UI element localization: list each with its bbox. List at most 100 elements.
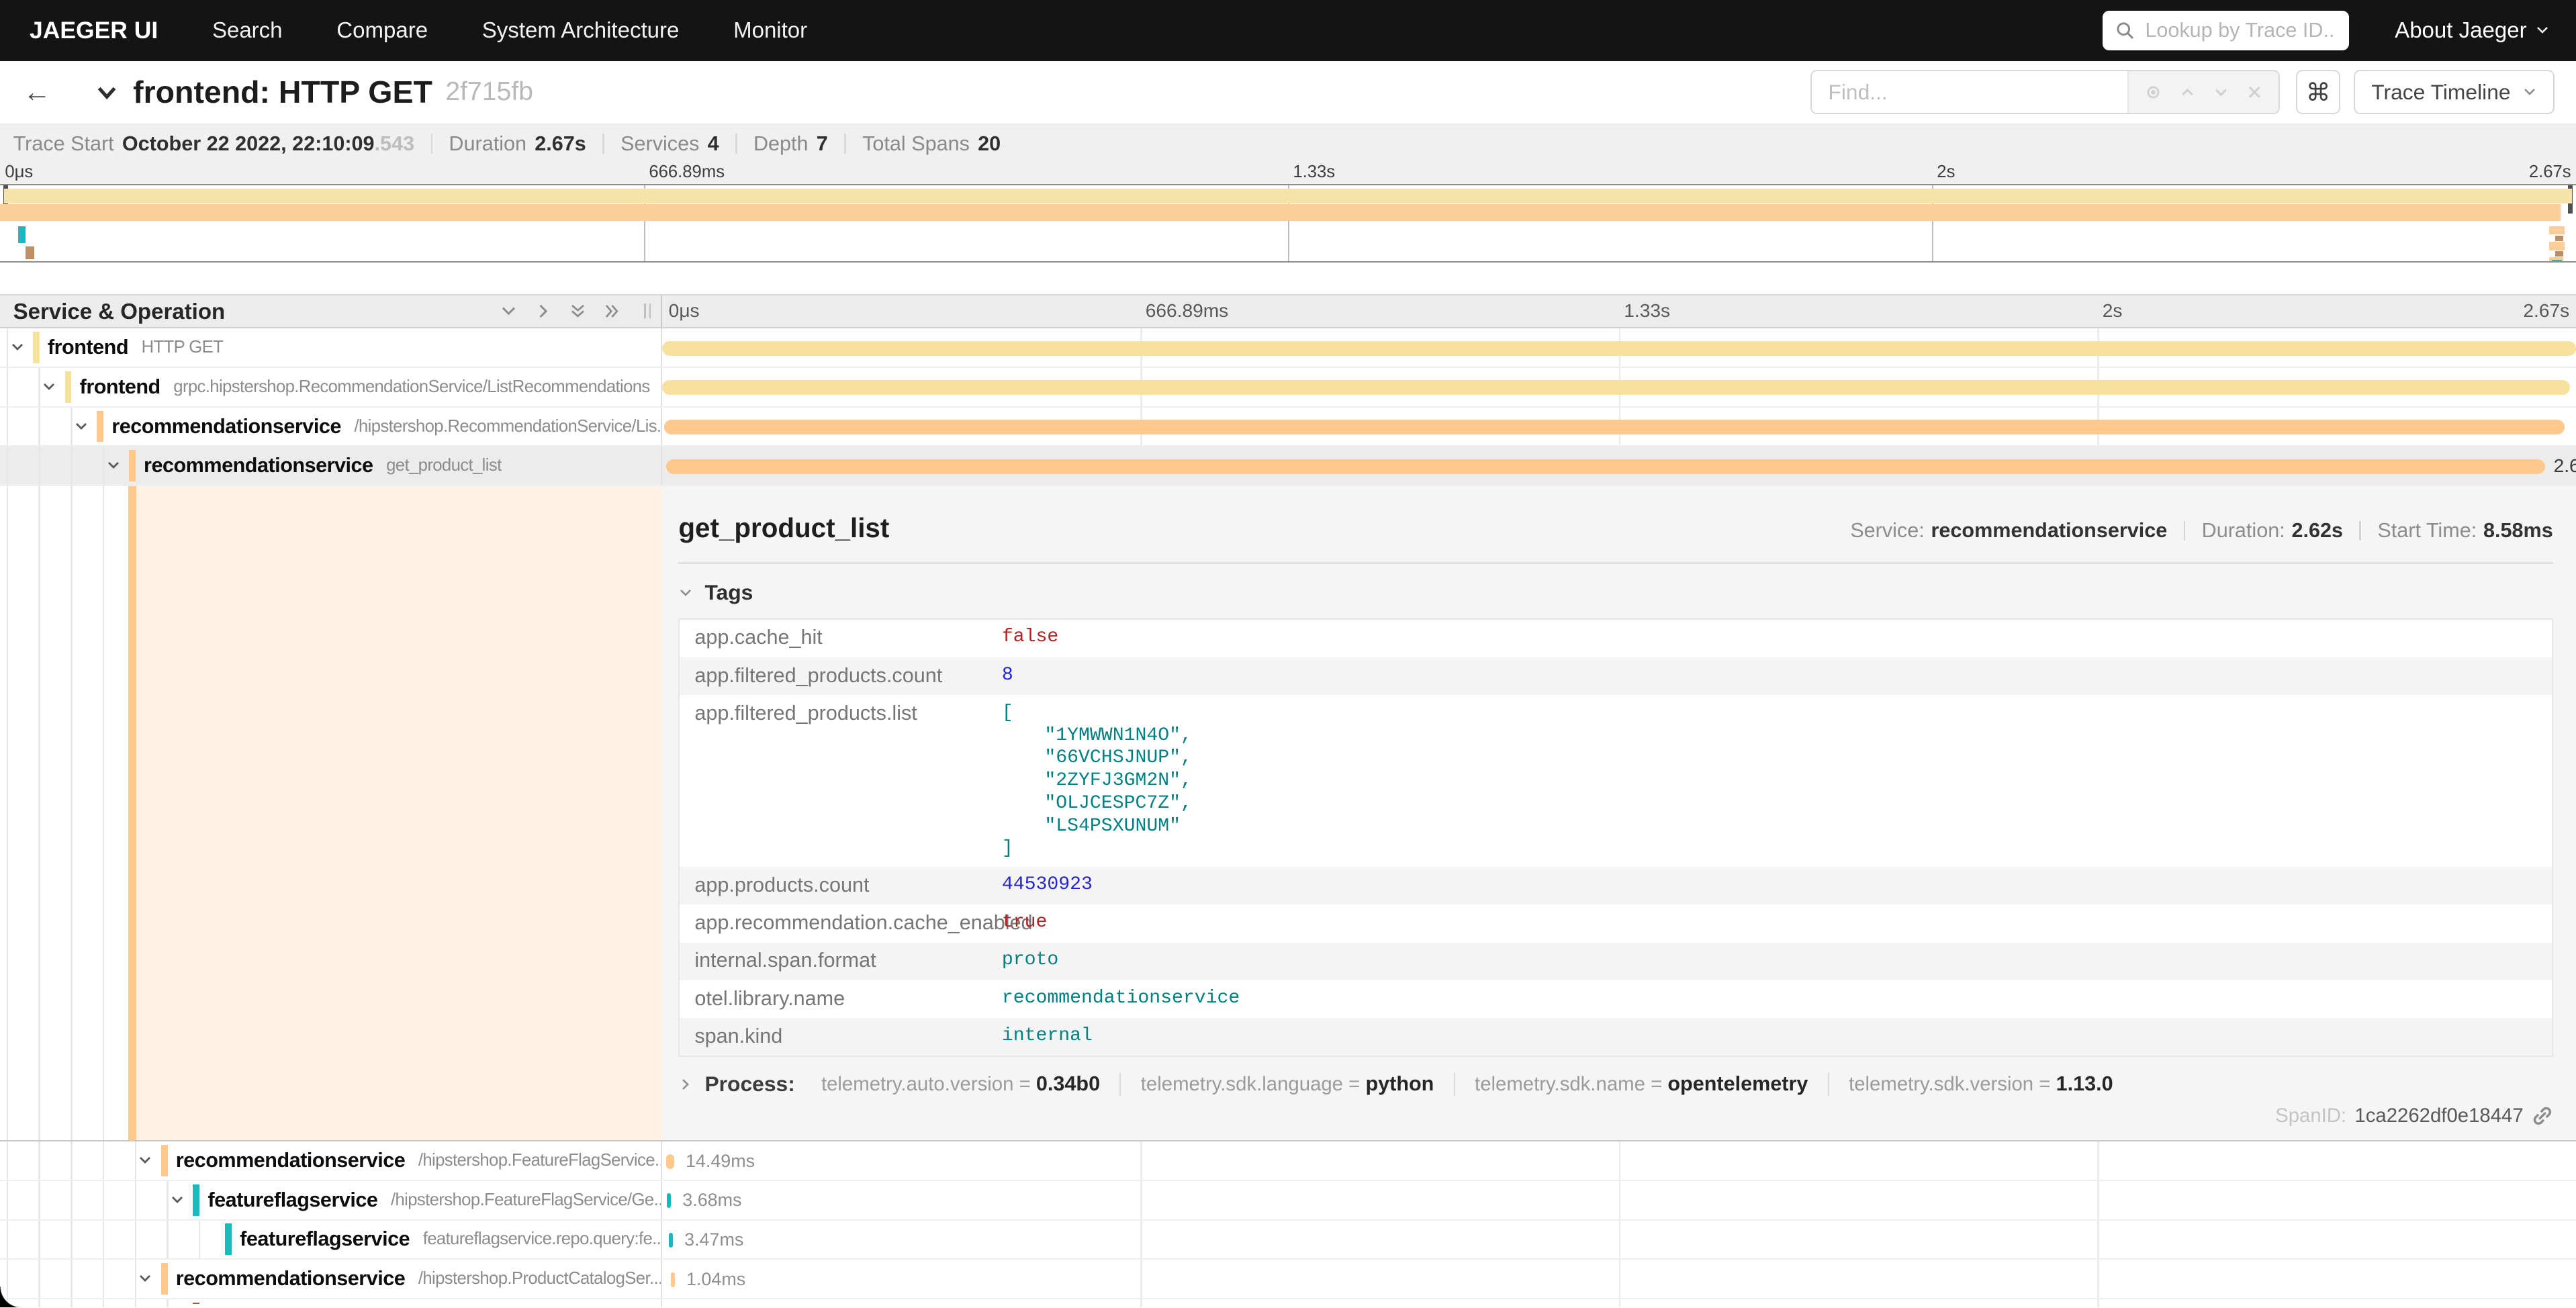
indent-guide xyxy=(135,1221,136,1259)
timeline-tick-label: 1.33s xyxy=(1624,300,1670,322)
trace-info-value: 2.67s xyxy=(535,132,586,156)
trace-id-badge: 2f715fb xyxy=(445,77,533,107)
tags-section-toggle[interactable]: Tags xyxy=(678,580,2552,605)
find-input[interactable] xyxy=(1812,71,2127,113)
span-name-labels: recommendationservice/hipstershop.Featur… xyxy=(176,1141,662,1180)
minimap-span-bar xyxy=(2555,236,2563,242)
span-duration-bar[interactable] xyxy=(671,1272,675,1287)
app-brand[interactable]: JAEGER UI xyxy=(30,17,158,44)
span-duration-bar[interactable] xyxy=(667,1193,671,1208)
top-navbar: JAEGER UI Search Compare System Architectu… xyxy=(0,0,2576,61)
span-id-label: SpanID: xyxy=(2275,1105,2346,1127)
minimap-span-bar xyxy=(4,189,2572,203)
span-timeline-cell[interactable]: 3.47ms xyxy=(662,1221,2576,1259)
tree-chevron-icon[interactable] xyxy=(42,379,56,394)
nav-item-monitor[interactable]: Monitor xyxy=(733,17,807,43)
trace-view-selector[interactable]: Trace Timeline xyxy=(2354,70,2555,114)
timeline-gridline xyxy=(1140,1181,1142,1219)
span-name-column[interactable]: recommendationservice/hipstershop.Produc… xyxy=(0,1260,662,1298)
expand-one-icon[interactable] xyxy=(535,302,553,320)
expand-all-icon[interactable] xyxy=(603,302,621,320)
collapse-trace-chevron-icon[interactable] xyxy=(95,81,118,103)
tree-chevron-icon[interactable] xyxy=(10,340,25,355)
trace-summary-bar: Trace StartOctober 22 2022, 22:10:09.543… xyxy=(0,125,2576,263)
span-duration-bar[interactable] xyxy=(666,459,2546,474)
span-name-column[interactable] xyxy=(0,1299,662,1307)
span-row[interactable]: recommendationservice/hipstershop.Recomm… xyxy=(0,408,2576,447)
span-duration-bar[interactable] xyxy=(662,341,2576,356)
service-label: Service: xyxy=(1850,519,1924,543)
span-name-column[interactable]: recommendationservice/hipstershop.Recomm… xyxy=(0,408,662,446)
indent-guide xyxy=(7,1141,8,1180)
process-field-value: opentelemetry xyxy=(1667,1072,1808,1095)
span-duration-bar[interactable] xyxy=(666,1154,674,1169)
nav-item-search[interactable]: Search xyxy=(212,17,283,43)
span-row[interactable]: recommendationserviceget_product_list2.6… xyxy=(0,447,2576,486)
chevron-down-icon xyxy=(678,586,693,600)
collapse-one-icon[interactable] xyxy=(500,302,518,320)
collapse-all-icon[interactable] xyxy=(569,302,587,320)
tree-chevron-icon[interactable] xyxy=(138,1271,152,1286)
minimap-tick-label: 2.67s xyxy=(2529,162,2571,182)
span-timeline-cell[interactable]: 14.49ms xyxy=(662,1141,2576,1180)
span-duration-bar[interactable] xyxy=(662,380,2571,395)
span-duration-bar[interactable] xyxy=(669,1233,673,1248)
span-duration-bar[interactable] xyxy=(664,420,2565,434)
about-jaeger-menu[interactable]: About Jaeger xyxy=(2395,17,2550,43)
span-rows-container: frontendHTTP GETfrontendgrpc.hipstershop… xyxy=(0,328,2576,1307)
span-row[interactable]: featureflagservice/hipstershop.FeatureFl… xyxy=(0,1181,2576,1221)
column-resize-grip[interactable] xyxy=(644,303,651,318)
operation-name-label: /hipstershop.RecommendationService/Lis..… xyxy=(354,417,661,436)
minimap-tick-label: 2s xyxy=(1937,162,1955,182)
tree-chevron-icon[interactable] xyxy=(138,1153,152,1168)
service-color-bar xyxy=(225,1223,232,1255)
process-section-toggle[interactable]: Process: telemetry.auto.version = 0.34b0… xyxy=(678,1072,2552,1096)
find-next-icon[interactable] xyxy=(2212,83,2230,101)
span-row[interactable]: recommendationservice/hipstershop.Produc… xyxy=(0,1260,2576,1299)
timeline-gridline xyxy=(2097,1260,2099,1298)
nav-item-system-architecture[interactable]: System Architecture xyxy=(482,17,680,43)
back-arrow-icon[interactable]: ← xyxy=(23,76,59,108)
span-timeline-cell[interactable] xyxy=(662,368,2576,406)
timeline-gridline xyxy=(2097,1141,2099,1180)
span-name-column[interactable]: featureflagservice/hipstershop.FeatureFl… xyxy=(0,1181,662,1219)
indent-guide xyxy=(38,1221,40,1259)
span-row[interactable]: frontendHTTP GET xyxy=(0,328,2576,368)
span-timeline-cell[interactable]: 2.62s xyxy=(662,447,2576,485)
span-name-column[interactable]: featureflagservicefeatureflagservice.rep… xyxy=(0,1221,662,1259)
indent-guide xyxy=(135,1299,136,1307)
span-id-row: SpanID: 1ca2262df0e18447 xyxy=(2275,1105,2553,1127)
span-row[interactable] xyxy=(0,1299,2576,1307)
span-timeline-cell[interactable]: 3.68ms xyxy=(662,1181,2576,1219)
span-row[interactable]: featureflagservicefeatureflagservice.rep… xyxy=(0,1221,2576,1260)
span-timeline-cell[interactable]: 1.04ms xyxy=(662,1260,2576,1298)
keyboard-shortcuts-button[interactable]: ⌘ xyxy=(2296,70,2340,114)
span-timeline-cell[interactable] xyxy=(662,1299,2576,1307)
span-timeline-cell[interactable] xyxy=(662,408,2576,446)
duration-value: 2.62s xyxy=(2292,519,2344,543)
timeline-gridline xyxy=(1619,1299,1620,1307)
span-name-column[interactable]: frontendgrpc.hipstershop.RecommendationS… xyxy=(0,368,662,406)
span-name-column[interactable]: recommendationserviceget_product_list xyxy=(0,447,662,485)
indent-guide xyxy=(7,447,8,485)
tree-chevron-icon[interactable] xyxy=(106,458,121,473)
nav-item-compare[interactable]: Compare xyxy=(336,17,428,43)
span-row[interactable]: frontendgrpc.hipstershop.RecommendationS… xyxy=(0,368,2576,408)
locate-icon[interactable] xyxy=(2144,83,2162,101)
span-duration-label: 3.68ms xyxy=(682,1190,741,1211)
clear-find-icon[interactable] xyxy=(2246,84,2262,100)
link-icon[interactable] xyxy=(2532,1105,2553,1127)
tree-chevron-icon[interactable] xyxy=(170,1193,185,1207)
span-timeline-cell[interactable] xyxy=(662,328,2576,367)
about-jaeger-label: About Jaeger xyxy=(2395,17,2526,43)
tree-chevron-icon[interactable] xyxy=(74,419,89,434)
span-name-column[interactable]: recommendationservice/hipstershop.Featur… xyxy=(0,1141,662,1180)
trace-lookup-box[interactable] xyxy=(2103,11,2349,50)
find-prev-icon[interactable] xyxy=(2178,83,2197,101)
span-row[interactable]: recommendationservice/hipstershop.Featur… xyxy=(0,1141,2576,1181)
timeline-minimap[interactable] xyxy=(0,184,2576,263)
trace-lookup-input[interactable] xyxy=(2145,19,2336,42)
tag-value: 8 xyxy=(1002,664,1013,687)
tag-row: app.cache_hitfalse xyxy=(680,620,2551,657)
span-name-column[interactable]: frontendHTTP GET xyxy=(0,328,662,367)
